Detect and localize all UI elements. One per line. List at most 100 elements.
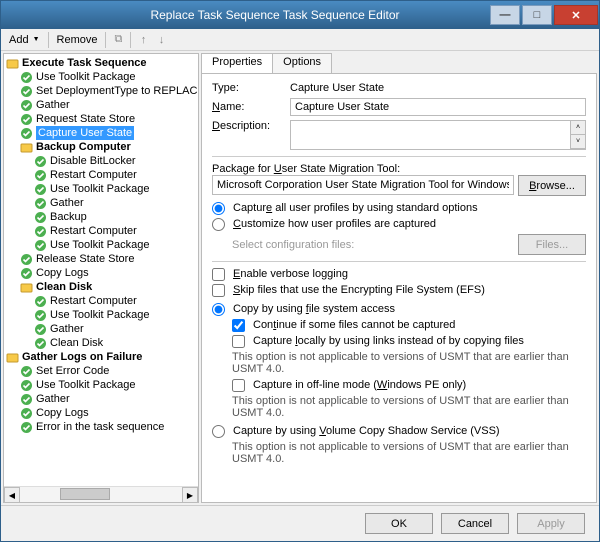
tree-node[interactable]: Clean Disk <box>4 280 198 294</box>
tree-node[interactable]: Use Toolkit Package <box>4 182 198 196</box>
tree-node[interactable]: Use Toolkit Package <box>4 378 198 392</box>
checkbox-offline[interactable] <box>232 379 245 392</box>
cancel-button[interactable]: Cancel <box>441 513 509 534</box>
window-title: Replace Task Sequence Task Sequence Edit… <box>61 8 489 22</box>
note-local: This option is not applicable to version… <box>232 351 586 375</box>
type-label: Type: <box>212 82 290 94</box>
check-icon <box>20 267 33 280</box>
tree-node-label: Clean Disk <box>36 280 92 294</box>
tree-node[interactable]: Use Toolkit Package <box>4 308 198 322</box>
name-label: Name: <box>212 101 290 113</box>
tree-node[interactable]: Gather <box>4 322 198 336</box>
tree-node[interactable]: Backup Computer <box>4 140 198 154</box>
check-icon <box>20 253 33 266</box>
check-icon <box>34 197 47 210</box>
package-input[interactable] <box>212 175 514 195</box>
checkbox-skip-efs-label: Skip files that use the Encrypting File … <box>233 284 485 296</box>
tree-node-label: Backup <box>50 210 87 224</box>
tree-node[interactable]: Disable BitLocker <box>4 154 198 168</box>
tree-node[interactable]: Request State Store <box>4 112 198 126</box>
tree-node[interactable]: Set Error Code <box>4 364 198 378</box>
check-icon <box>20 85 33 98</box>
tree-node[interactable]: Gather Logs on Failure <box>4 350 198 364</box>
folder-icon <box>6 351 19 364</box>
tree-node[interactable]: Error in the task sequence <box>4 420 198 434</box>
check-icon <box>34 295 47 308</box>
tree-node[interactable]: Restart Computer <box>4 294 198 308</box>
tree-node[interactable]: Set DeploymentType to REPLACE <box>4 84 198 98</box>
tree-node[interactable]: Gather <box>4 196 198 210</box>
radio-copy-filesystem[interactable] <box>212 303 225 316</box>
name-input[interactable] <box>290 98 586 116</box>
tree-node-label: Set Error Code <box>36 364 109 378</box>
tree-node[interactable]: Restart Computer <box>4 224 198 238</box>
checkbox-capture-local-label: Capture locally by using links instead o… <box>253 335 524 347</box>
tree-node-label: Execute Task Sequence <box>22 56 147 70</box>
dialog-footer: OK Cancel Apply <box>1 505 599 541</box>
tree-node[interactable]: Clean Disk <box>4 336 198 350</box>
scroll-right-button[interactable]: ▶ <box>182 487 198 503</box>
check-icon <box>20 71 33 84</box>
select-config-label: Select configuration files: <box>232 239 514 251</box>
desc-up-icon[interactable]: ˄ <box>570 121 585 135</box>
checkbox-continue[interactable] <box>232 319 245 332</box>
tree-node[interactable]: Copy Logs <box>4 266 198 280</box>
tree-node[interactable]: Gather <box>4 392 198 406</box>
maximize-button[interactable]: □ <box>522 5 552 25</box>
tree-node-label: Copy Logs <box>36 266 89 280</box>
browse-button[interactable]: Browse... <box>518 175 586 196</box>
tree-node[interactable]: Backup <box>4 210 198 224</box>
scroll-thumb[interactable] <box>60 488 110 500</box>
tree-node[interactable]: Execute Task Sequence <box>4 56 198 70</box>
check-icon <box>20 421 33 434</box>
move-up-icon[interactable]: ↑ <box>135 32 151 48</box>
tree-node[interactable]: Capture User State <box>4 126 198 140</box>
checkbox-offline-label: Capture in off-line mode (Windows PE onl… <box>253 379 466 391</box>
tree-node[interactable]: Use Toolkit Package <box>4 70 198 84</box>
check-icon <box>20 365 33 378</box>
tree-node-label: Gather <box>50 322 84 336</box>
remove-button[interactable]: Remove <box>53 33 102 47</box>
tab-options[interactable]: Options <box>272 53 332 73</box>
tree-node-label: Gather <box>36 392 70 406</box>
checkbox-skip-efs[interactable] <box>212 284 225 297</box>
apply-button[interactable]: Apply <box>517 513 585 534</box>
tree-node-label: Backup Computer <box>36 140 131 154</box>
scroll-left-button[interactable]: ◀ <box>4 487 20 503</box>
toolbar: Add▼ Remove ⧉ ↑ ↓ <box>1 29 599 51</box>
tree-node[interactable]: Gather <box>4 98 198 112</box>
radio-copy-filesystem-label: Copy by using file system access <box>233 303 395 315</box>
check-icon <box>34 323 47 336</box>
tree-node-label: Disable BitLocker <box>50 154 136 168</box>
horizontal-scrollbar[interactable]: ◀ ▶ <box>4 486 198 502</box>
tree-node[interactable]: Copy Logs <box>4 406 198 420</box>
radio-capture-standard[interactable] <box>212 202 225 215</box>
radio-vss[interactable] <box>212 425 225 438</box>
minimize-button[interactable]: — <box>490 5 520 25</box>
checkbox-verbose[interactable] <box>212 268 225 281</box>
tree-node[interactable]: Release State Store <box>4 252 198 266</box>
tree-node-label: Gather <box>50 196 84 210</box>
ok-button[interactable]: OK <box>365 513 433 534</box>
tree-node[interactable]: Use Toolkit Package <box>4 238 198 252</box>
move-down-icon[interactable]: ↓ <box>153 32 169 48</box>
new-group-icon[interactable]: ⧉ <box>110 32 126 48</box>
task-sequence-tree[interactable]: Execute Task SequenceUse Toolkit Package… <box>4 54 198 486</box>
tree-node-label: Gather Logs on Failure <box>22 350 142 364</box>
tree-node-label: Restart Computer <box>50 168 137 182</box>
check-icon <box>34 225 47 238</box>
tree-node[interactable]: Restart Computer <box>4 168 198 182</box>
tab-properties[interactable]: Properties <box>201 53 273 73</box>
checkbox-capture-local[interactable] <box>232 335 245 348</box>
checkbox-continue-label: Continue if some files cannot be capture… <box>253 319 455 331</box>
add-menu[interactable]: Add▼ <box>5 33 44 47</box>
files-button[interactable]: Files... <box>518 234 586 255</box>
window: Replace Task Sequence Task Sequence Edit… <box>0 0 600 542</box>
tree-node-label: Use Toolkit Package <box>50 308 149 322</box>
desc-down-icon[interactable]: ˅ <box>570 135 585 149</box>
description-input[interactable]: ˄˅ <box>290 120 586 150</box>
radio-customize[interactable] <box>212 218 225 231</box>
close-button[interactable]: ✕ <box>554 5 598 25</box>
tree-node-label: Copy Logs <box>36 406 89 420</box>
check-icon <box>34 337 47 350</box>
